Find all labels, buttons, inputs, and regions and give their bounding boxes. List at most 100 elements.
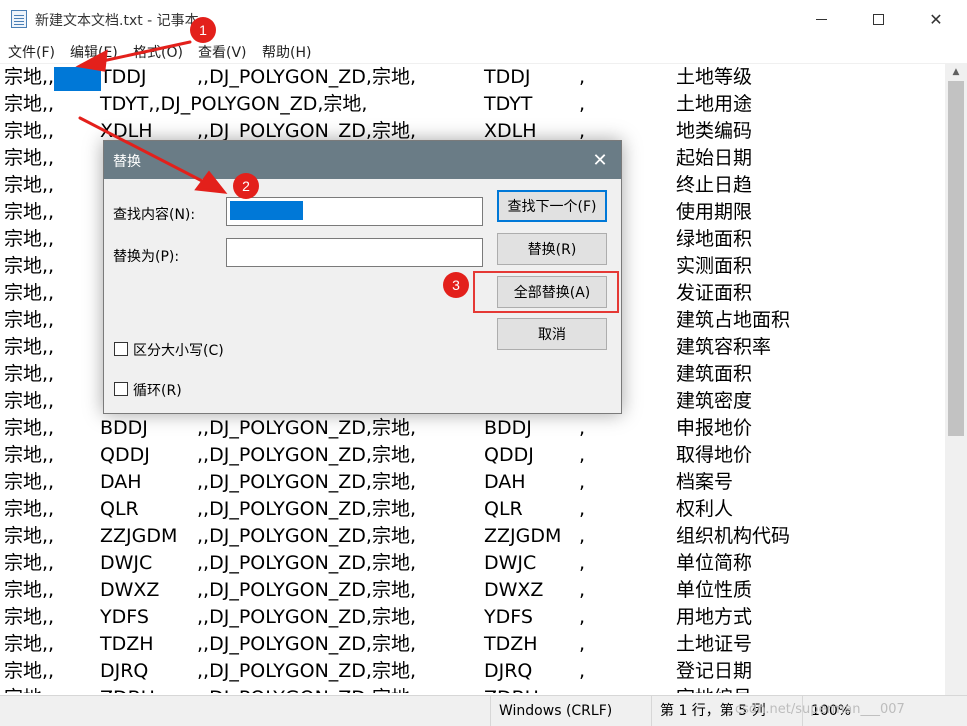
menu-view[interactable]: 查看(V)	[198, 42, 247, 62]
vertical-scrollbar[interactable]: ▲	[945, 63, 967, 695]
scrollbar-thumb[interactable]	[948, 81, 964, 436]
field-alias: 起始日期	[676, 147, 753, 169]
field-name: YDFS	[484, 606, 533, 628]
field-code: ZDBH	[100, 685, 155, 693]
field-name: ZDBH	[484, 685, 539, 693]
field-name: DWJC	[484, 552, 537, 574]
layer-info: ,,DJ_POLYGON_ZD,宗地,	[197, 633, 417, 655]
line-prefix: 宗地,,	[4, 147, 55, 169]
line-prefix: 宗地,,	[4, 498, 55, 520]
field-alias: 登记日期	[676, 660, 753, 682]
menu-bar: 文件(F) 编辑(E) 格式(O) 查看(V) 帮助(H)	[0, 38, 967, 62]
field-code: QLR	[100, 498, 139, 520]
line-prefix: 宗地,,	[4, 282, 55, 304]
separator: ,	[579, 471, 586, 493]
field-alias: 建筑占地面积	[676, 309, 791, 331]
field-alias: 发证面积	[676, 282, 753, 304]
field-code: BDDJ	[100, 417, 148, 439]
line-prefix: 宗地,,	[4, 660, 55, 682]
text-line: 宗地,, QLR ,,DJ_POLYGON_ZD,宗地, QLR, 权利人	[0, 496, 945, 523]
line-prefix: 宗地,,	[4, 390, 55, 412]
text-line: 宗地,, TDYT,,DJ_POLYGON_ZD,宗地, TDYT, 土地用途	[0, 91, 945, 118]
layer-info: ,,DJ_POLYGON_ZD,宗地,	[197, 685, 416, 693]
field-name: TDZH	[484, 633, 538, 655]
field-alias: 单位性质	[676, 579, 753, 601]
text-line: 宗地,, ZZJGDM ,,DJ_POLYGON_ZD,宗地, ZZJGDM, 组织机构…	[0, 523, 945, 550]
dialog-close-button[interactable]: ✕	[582, 145, 618, 175]
status-encoding: Windows (CRLF)	[490, 696, 650, 726]
text-line: 宗地,, BDDJ ,,DJ_POLYGON_ZD,宗地, BDDJ, 申报地价	[0, 415, 945, 442]
replace-label: 替换为(P):	[113, 249, 180, 265]
field-name: TDYT	[484, 93, 533, 115]
cancel-button[interactable]: 取消	[497, 318, 607, 350]
dialog-title: 替换	[113, 154, 141, 170]
find-next-button[interactable]: 查找下一个(F)	[497, 190, 607, 222]
field-code: DJRQ	[100, 660, 149, 682]
layer-info: ,,DJ_POLYGON_ZD,宗地,	[197, 66, 417, 88]
line-prefix: 宗地,,	[4, 579, 55, 601]
text-line: 宗地,, ZDBH ,,DJ_POLYGON_ZD,宗地, ZDBH, 宗地编号	[0, 685, 945, 693]
field-alias: 土地证号	[676, 633, 753, 655]
field-name: DWXZ	[484, 579, 544, 601]
menu-format[interactable]: 格式(O)	[133, 42, 183, 62]
layer-info: ,,DJ_POLYGON_ZD,宗地,	[197, 606, 417, 628]
find-input[interactable]	[226, 197, 483, 226]
field-name: DJRQ	[484, 660, 533, 682]
text-line: 宗地,, DWJC ,,DJ_POLYGON_ZD,宗地, DWJC, 单位简称	[0, 550, 945, 577]
field-name: QLR	[484, 498, 523, 520]
scroll-up-icon[interactable]: ▲	[945, 63, 967, 80]
minimize-icon	[815, 18, 827, 20]
find-input-selection	[230, 201, 303, 220]
wrap-label[interactable]: 循环(R)	[133, 380, 182, 400]
separator: ,	[579, 552, 586, 574]
text-line: 宗地,, DJRQ ,,DJ_POLYGON_ZD,宗地, DJRQ, 登记日期	[0, 658, 945, 685]
match-case-checkbox[interactable]	[114, 342, 128, 356]
window-title: 新建文本文档.txt - 记事本	[35, 13, 199, 29]
field-alias: 取得地价	[676, 444, 753, 466]
replace-button[interactable]: 替换(R)	[497, 233, 607, 265]
line-prefix: 宗地,,	[4, 363, 55, 385]
menu-edit[interactable]: 编辑(E)	[70, 42, 118, 62]
separator: ,	[579, 660, 586, 682]
menu-file[interactable]: 文件(F)	[8, 42, 55, 62]
text-line: 宗地,, TDDJ ,,DJ_POLYGON_ZD,宗地, TDDJ, 土地等级	[0, 64, 945, 91]
wrap-checkbox[interactable]	[114, 382, 128, 396]
line-prefix: 宗地,,	[4, 228, 55, 250]
text-line: 宗地,, DAH ,,DJ_POLYGON_ZD,宗地, DAH, 档案号	[0, 469, 945, 496]
field-name: DAH	[484, 471, 526, 493]
layer-info: ,,DJ_POLYGON_ZD,宗地,	[197, 471, 417, 493]
field-alias: 单位简称	[676, 552, 753, 574]
field-alias: 组织机构代码	[676, 525, 791, 547]
field-code: DAH	[100, 471, 142, 493]
status-bar: Windows (CRLF) 第 1 行，第 5 列 100% csdn.net…	[0, 695, 967, 726]
field-code: TDZH	[100, 633, 154, 655]
field-name: BDDJ	[484, 417, 532, 439]
layer-info: ,,DJ_POLYGON_ZD,宗地,	[197, 579, 417, 601]
field-alias: 档案号	[676, 471, 734, 493]
layer-info: ,,DJ_POLYGON_ZD,宗地,	[197, 525, 417, 547]
replace-input[interactable]	[226, 238, 483, 267]
field-code: YDFS	[100, 606, 149, 628]
layer-info: ,,DJ_POLYGON_ZD,宗地,	[197, 498, 417, 520]
line-prefix: 宗地,,	[4, 525, 55, 547]
layer-info: ,,DJ_POLYGON_ZD,宗地,	[197, 417, 417, 439]
text-line: 宗地,, QDDJ ,,DJ_POLYGON_ZD,宗地, QDDJ, 取得地价	[0, 442, 945, 469]
watermark: csdn.net/superman___007	[735, 702, 905, 717]
replace-all-highlight	[473, 271, 619, 313]
field-code: DWJC	[100, 552, 153, 574]
line-prefix: 宗地,,	[4, 93, 55, 115]
separator: ,	[579, 606, 586, 628]
field-code: ZZJGDM	[100, 525, 178, 547]
find-label: 查找内容(N):	[113, 207, 196, 223]
minimize-button[interactable]	[798, 0, 844, 38]
line-prefix: 宗地,,	[4, 174, 55, 196]
layer-info: ,,DJ_POLYGON_ZD,宗地,	[197, 660, 417, 682]
title-bar: 新建文本文档.txt - 记事本 ✕	[0, 0, 967, 38]
maximize-button[interactable]	[855, 0, 901, 38]
maximize-icon	[872, 13, 884, 25]
menu-help[interactable]: 帮助(H)	[262, 42, 311, 62]
match-case-label[interactable]: 区分大小写(C)	[133, 340, 224, 360]
field-alias: 建筑面积	[676, 363, 753, 385]
close-button[interactable]: ✕	[913, 0, 959, 38]
field-code: TDYT,,DJ_POLYGON_ZD,宗地,	[100, 93, 368, 115]
